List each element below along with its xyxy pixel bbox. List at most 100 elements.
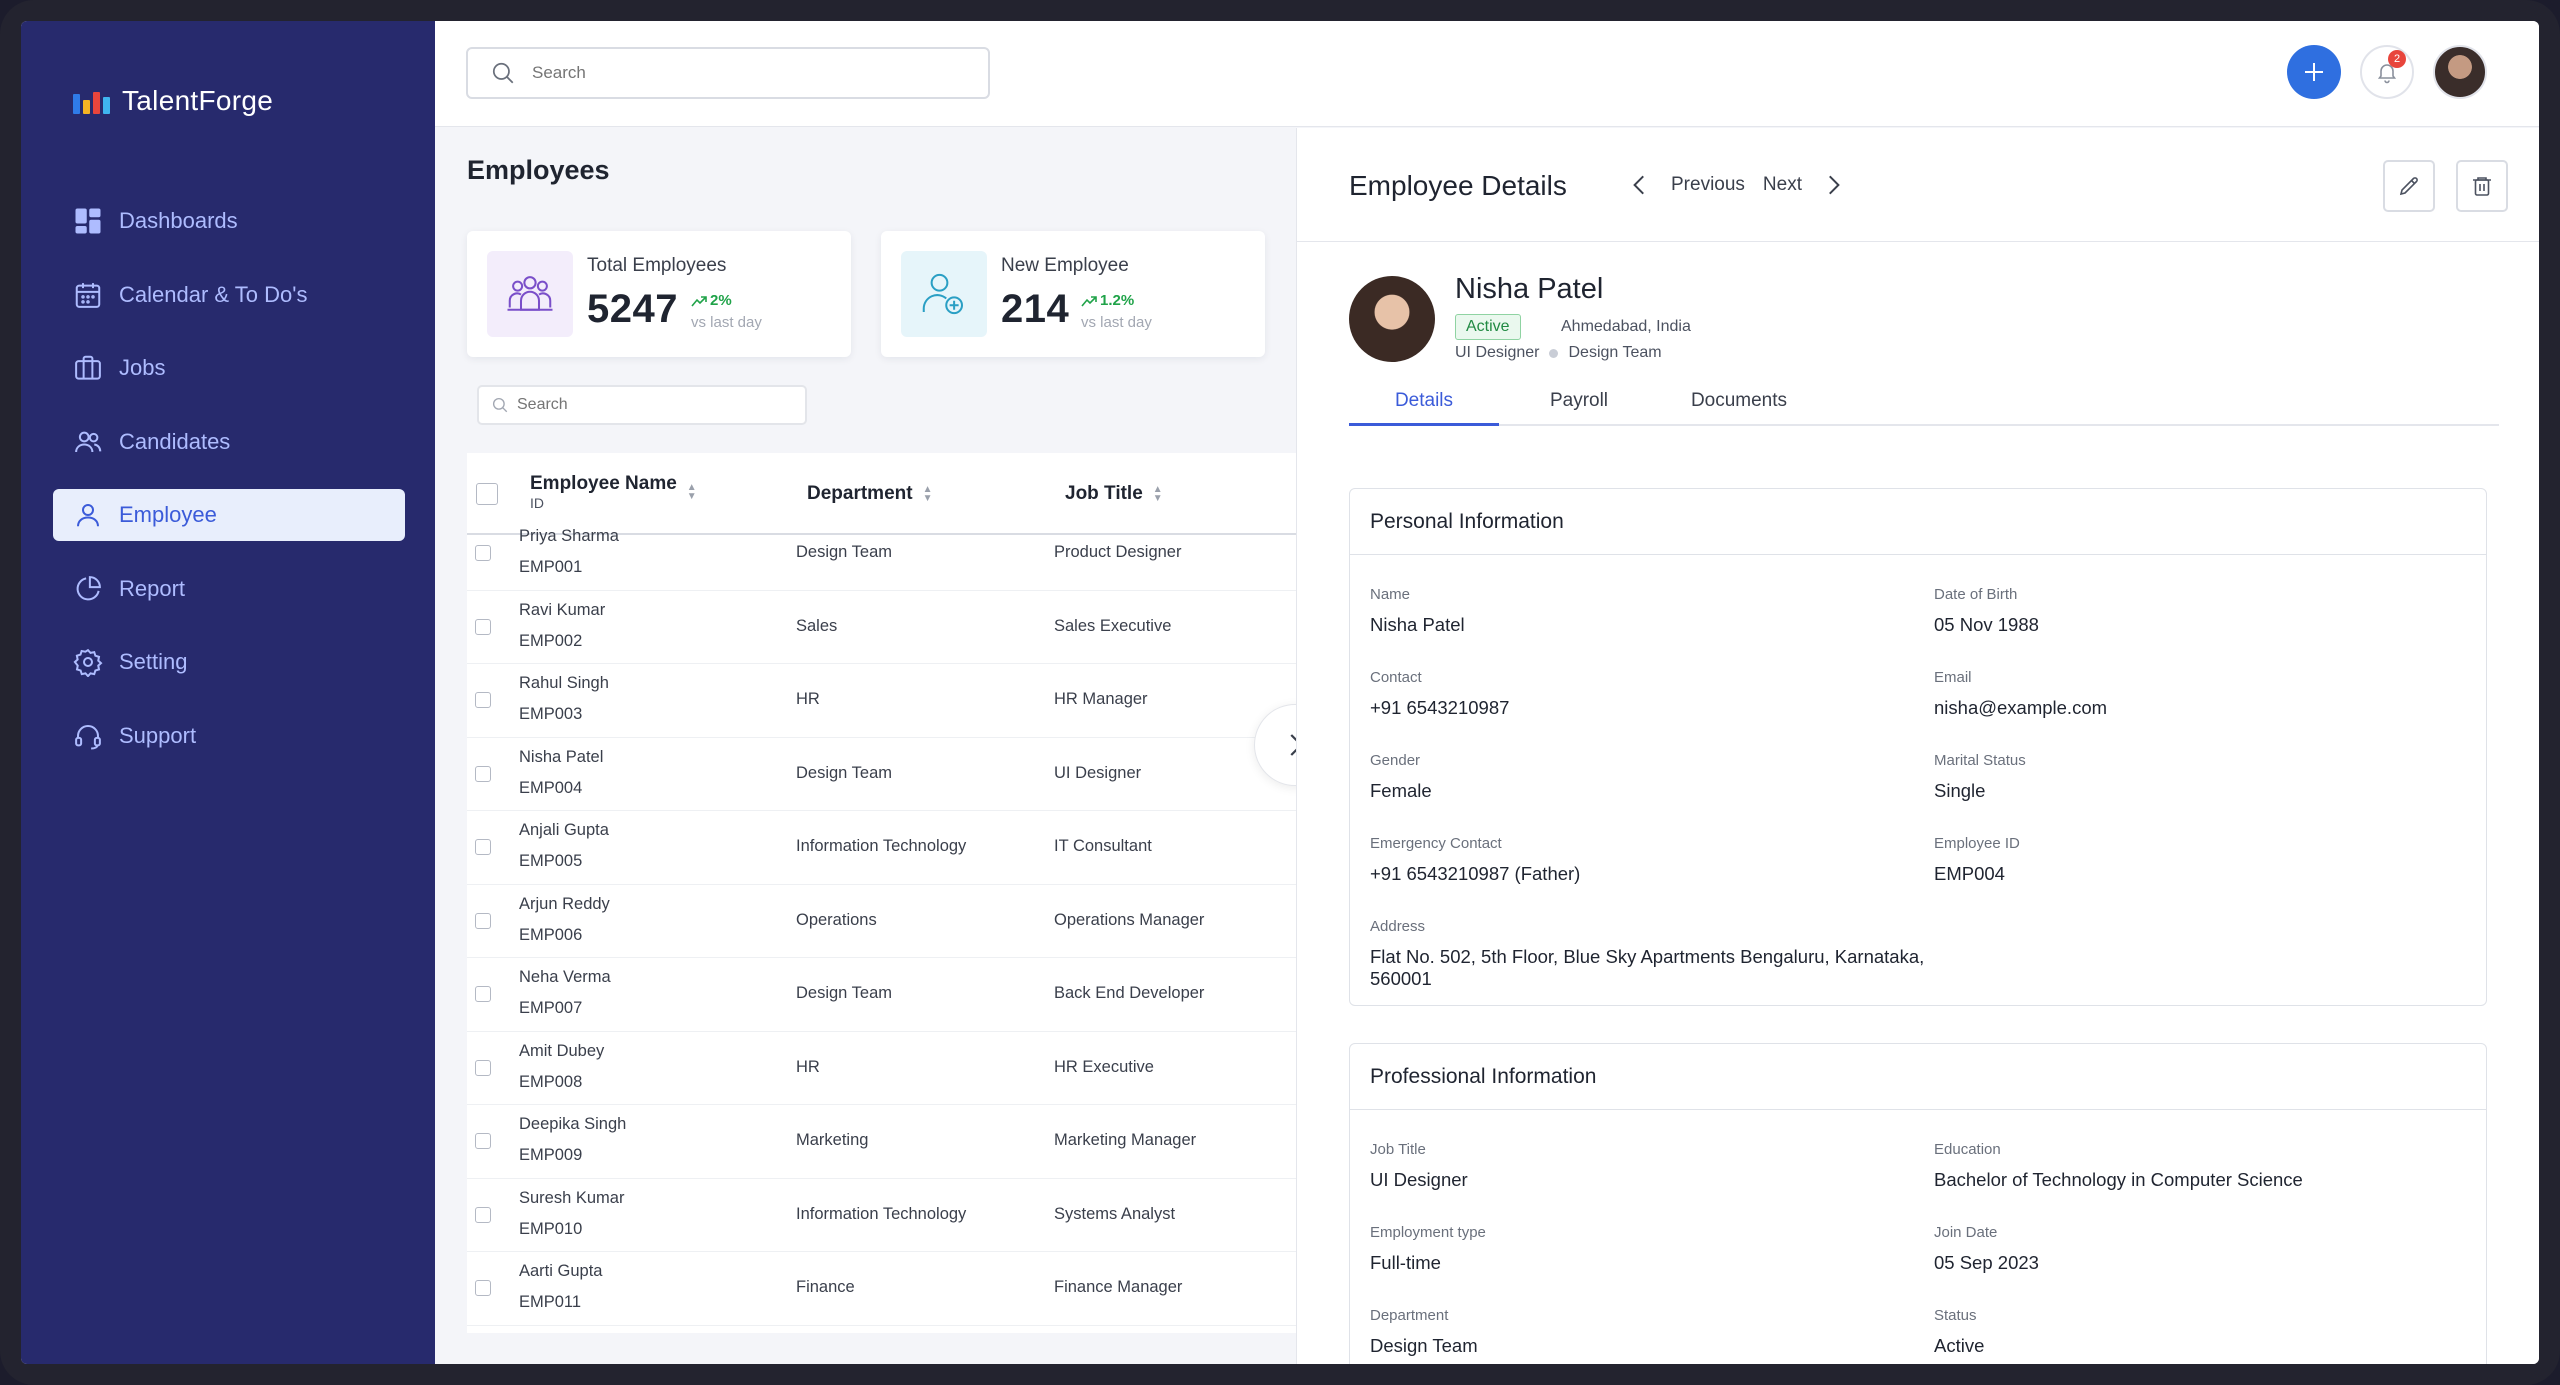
employee-name-cell: Anjali Gupta EMP005 bbox=[519, 815, 609, 877]
table-row[interactable]: Suresh Kumar EMP010 Information Technology… bbox=[467, 1179, 1317, 1252]
tab-payroll[interactable]: Payroll bbox=[1509, 390, 1649, 426]
table-row[interactable]: Neha Verma EMP007 Design Team Back End Deve… bbox=[467, 958, 1317, 1032]
employee-name-cell: Rahul Singh EMP003 bbox=[519, 668, 609, 730]
select-all-checkbox[interactable] bbox=[476, 483, 498, 505]
add-button[interactable] bbox=[2287, 45, 2341, 99]
department-cell: Finance bbox=[796, 1278, 855, 1296]
employee-table: Employee Name ID ▲ ▼ Department ▲ ▼ Job Ti… bbox=[467, 453, 1317, 1333]
column-sublabel: ID bbox=[530, 495, 544, 511]
user-avatar[interactable] bbox=[2433, 45, 2487, 99]
column-header-job-title[interactable]: Job Title ▲ ▼ bbox=[1065, 483, 1163, 505]
sidebar-item-jobs[interactable]: Jobs bbox=[53, 342, 405, 394]
employee-name-cell: Arjun Reddy EMP006 bbox=[519, 889, 610, 951]
sidebar-item-support[interactable]: Support bbox=[53, 710, 405, 762]
sidebar-item-candidates[interactable]: Candidates bbox=[53, 416, 405, 468]
employee-name: Rahul Singh bbox=[519, 674, 609, 692]
previous-button[interactable]: Previous bbox=[1671, 174, 1745, 196]
gear-icon bbox=[73, 648, 103, 677]
logo-icon bbox=[73, 88, 110, 114]
sidebar-item-setting[interactable]: Setting bbox=[53, 636, 405, 688]
row-checkbox[interactable] bbox=[475, 1133, 491, 1149]
table-row[interactable]: Aarti GuptaEMP011FinanceFinance Manager1… bbox=[467, 1252, 1317, 1326]
stat-label: Total Employees bbox=[587, 255, 727, 276]
sidebar-item-label: Support bbox=[119, 722, 197, 748]
chevron-right-icon[interactable] bbox=[1820, 172, 1846, 198]
tab-documents[interactable]: Documents bbox=[1659, 390, 1819, 426]
column-header-department[interactable]: Department ▲ ▼ bbox=[807, 483, 932, 505]
field-label: Education bbox=[1934, 1141, 2001, 1158]
table-row[interactable]: Priya Sharma EMP001 Design Team Product Des… bbox=[467, 517, 1317, 591]
row-checkbox[interactable] bbox=[475, 839, 491, 855]
employee-id: EMP009 bbox=[519, 1146, 583, 1164]
field-label: Name bbox=[1370, 586, 1411, 603]
global-search[interactable] bbox=[466, 47, 990, 99]
employee-id: EMP008 bbox=[519, 1072, 583, 1091]
info-field-contact: Contact +91 6543210987 bbox=[1370, 669, 1509, 719]
info-field-email: Email nisha@example.com bbox=[1934, 669, 2107, 719]
row-checkbox[interactable] bbox=[475, 912, 491, 929]
pencil-icon bbox=[2399, 177, 2418, 196]
field-value: UI Designer bbox=[1370, 1169, 1468, 1190]
field-label: Employment type bbox=[1370, 1224, 1486, 1241]
employee-details-panel: Employee Details Previous Next Nisha Pat… bbox=[1296, 128, 2539, 1364]
delete-button[interactable] bbox=[2456, 160, 2508, 212]
sidebar-item-label: Dashboards bbox=[119, 208, 238, 233]
sidebar-item-label: Report bbox=[119, 575, 186, 601]
notifications-button[interactable]: 2 bbox=[2360, 45, 2414, 99]
column-header-employee-name[interactable]: Employee Name ID ▲ ▼ bbox=[530, 473, 697, 511]
section-title: Personal Information bbox=[1350, 489, 2486, 555]
sidebar-item-employee[interactable]: Employee bbox=[53, 489, 405, 541]
edit-button[interactable] bbox=[2383, 160, 2435, 212]
search-icon bbox=[492, 62, 514, 84]
table-row[interactable]: Rahul SinghEMP003HRHR Manager10 bbox=[467, 664, 1317, 738]
app-logo[interactable]: TalentForge bbox=[73, 85, 273, 117]
sidebar-item-report[interactable]: Report bbox=[53, 563, 405, 615]
row-checkbox[interactable] bbox=[475, 1280, 491, 1296]
table-row[interactable]: Arjun Reddy EMP006 Operations Operations Ma… bbox=[467, 885, 1317, 958]
trend-up-icon bbox=[691, 295, 707, 307]
personal-information-card: Personal Information Name Nisha Patel Date… bbox=[1349, 488, 2487, 1006]
stat-sub: vs last day bbox=[691, 314, 762, 331]
info-field-join-date: Join Date 05 Sep 2023 bbox=[1934, 1224, 2039, 1274]
info-field-employment-type: Employment type Full-time bbox=[1370, 1224, 1486, 1274]
sidebar-item-label: Setting bbox=[119, 649, 188, 674]
job-title-cell: Operations Manager bbox=[1054, 910, 1205, 929]
row-checkbox[interactable] bbox=[475, 1206, 491, 1223]
employee-name-cell: Priya Sharma EMP001 bbox=[519, 521, 619, 583]
row-checkbox[interactable] bbox=[475, 618, 491, 635]
table-row[interactable]: Ravi KumarEMP002SalesSales Executive20 bbox=[467, 591, 1317, 664]
candidates-icon bbox=[75, 431, 102, 452]
notification-badge: 2 bbox=[2388, 50, 2406, 68]
chevron-left-icon[interactable] bbox=[1627, 172, 1653, 198]
info-field-emergency-contact: Emergency Contact +91 6543210987 (Father) bbox=[1370, 835, 1580, 885]
row-checkbox[interactable] bbox=[475, 986, 491, 1002]
row-checkbox[interactable] bbox=[475, 765, 491, 782]
info-field-department: Department Design Team bbox=[1370, 1307, 1478, 1357]
sidebar-item-label: Jobs bbox=[119, 355, 166, 380]
info-field-marital-status: Marital Status Single bbox=[1934, 752, 2026, 802]
team-icon bbox=[487, 251, 573, 337]
table-row[interactable]: Amit DubeyEMP008HRHR Executive20 bbox=[467, 1032, 1317, 1105]
table-row[interactable]: Anjali Gupta EMP005 Information Technology… bbox=[467, 811, 1317, 885]
sidebar-item-calendar[interactable]: Calendar & To Do's bbox=[53, 269, 405, 321]
employee-id: EMP004 bbox=[519, 778, 583, 797]
employee-id: EMP006 bbox=[519, 925, 583, 944]
department-cell: HR bbox=[796, 690, 820, 708]
job-title-cell: Finance Manager bbox=[1054, 1278, 1183, 1296]
table-row[interactable]: Nisha Patel EMP004 Design Team UI Designer bbox=[467, 738, 1317, 811]
row-checkbox[interactable] bbox=[475, 1059, 491, 1076]
details-title: Employee Details bbox=[1349, 170, 1567, 201]
employee-search[interactable] bbox=[477, 385, 807, 425]
row-checkbox[interactable] bbox=[475, 545, 491, 561]
employee-search-input[interactable] bbox=[517, 396, 797, 414]
department-cell: Design Team bbox=[796, 763, 892, 782]
tab-details[interactable]: Details bbox=[1349, 390, 1499, 426]
table-row[interactable]: Deepika Singh EMP009 Marketing Marketing Ma… bbox=[467, 1105, 1317, 1179]
search-input[interactable] bbox=[532, 63, 952, 83]
next-button[interactable]: Next bbox=[1763, 174, 1802, 196]
row-checkbox[interactable] bbox=[475, 692, 491, 708]
stat-value: 5247 bbox=[587, 287, 678, 331]
job-title-cell: Marketing Manager bbox=[1054, 1131, 1197, 1149]
info-field-job-title: Job Title UI Designer bbox=[1370, 1141, 1468, 1191]
sidebar-item-dashboards[interactable]: Dashboards bbox=[53, 195, 405, 247]
